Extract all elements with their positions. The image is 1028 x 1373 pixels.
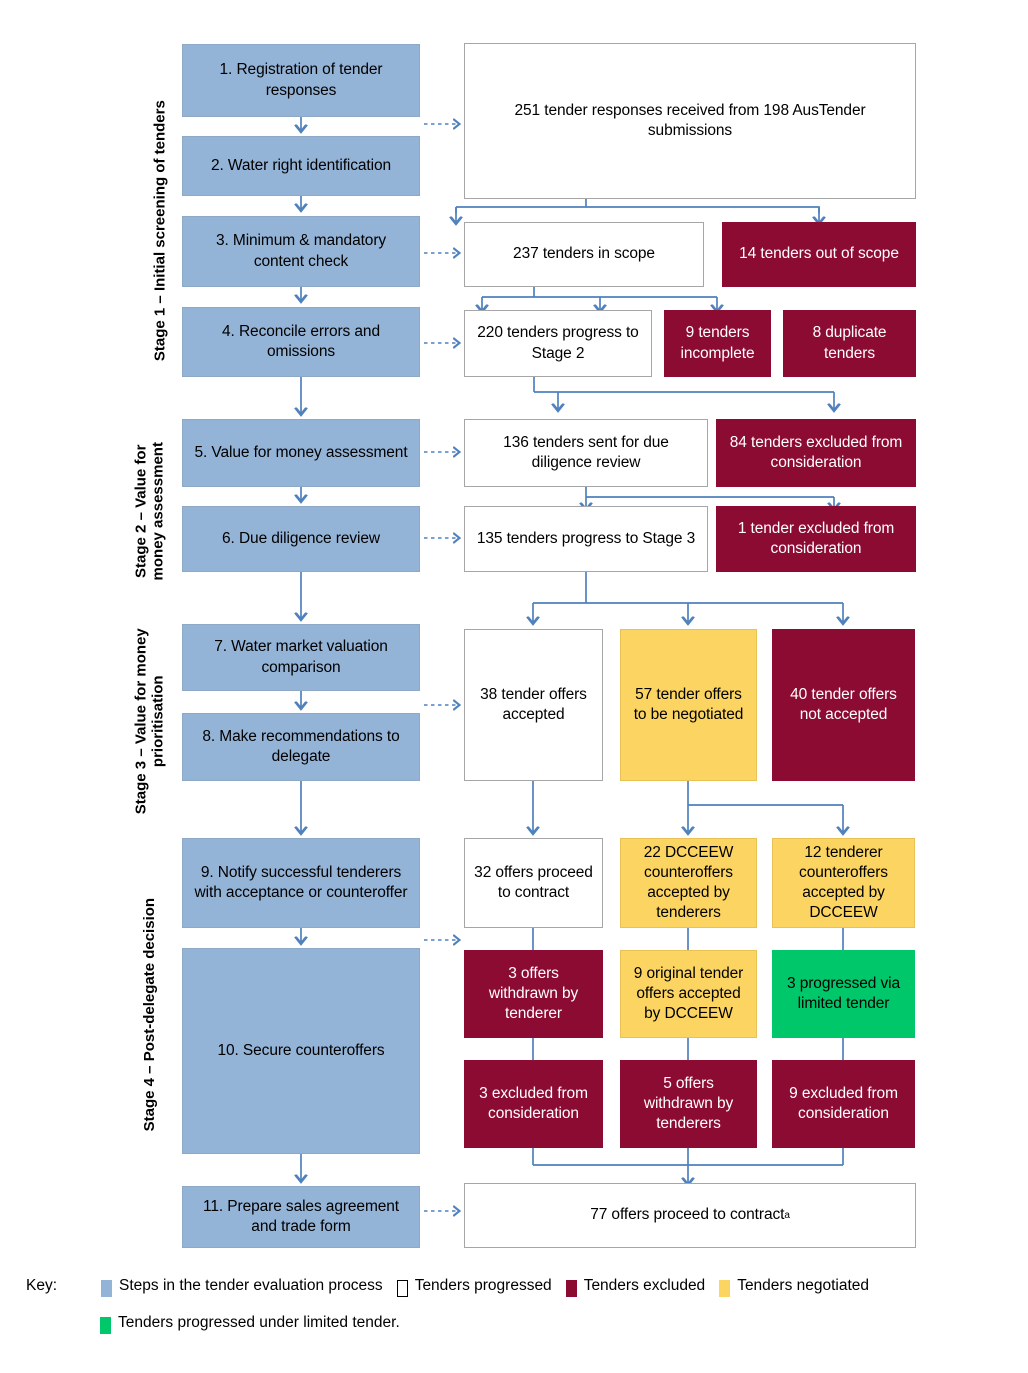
- outcome-box-251-responses[interactable]: 251 tender responses received from 198 A…: [464, 43, 916, 199]
- key-label-limited-tender: Tenders progressed under limited tender.: [118, 1314, 400, 1331]
- key-label-progressed: Tenders progressed: [414, 1277, 552, 1294]
- step-box-1[interactable]: 1. Registration of tender responses: [182, 44, 420, 117]
- outcome-box-32-proceed[interactable]: 32 offers proceed to contract: [464, 838, 603, 928]
- step-box-7[interactable]: 7. Water market valuation comparison: [182, 624, 420, 691]
- key-label-step: Steps in the tender evaluation process: [119, 1277, 383, 1294]
- step-box-6[interactable]: 6. Due diligence review: [182, 506, 420, 572]
- outcome-box-8-duplicate[interactable]: 8 duplicate tenders: [783, 310, 916, 377]
- outcome-box-40-not-accepted[interactable]: 40 tender offers not accepted: [772, 629, 915, 781]
- key-swatch-progressed: [396, 1279, 408, 1297]
- outcome-box-9-original-accepted[interactable]: 9 original tender offers accepted by DCC…: [620, 950, 757, 1038]
- footnote-marker-a: a: [784, 1210, 790, 1221]
- outcome-box-22-dcceew-counteroffers[interactable]: 22 DCCEEW counteroffers accepted by tend…: [620, 838, 757, 928]
- key-swatch-excluded: [565, 1279, 577, 1297]
- outcome-box-3-limited-tender[interactable]: 3 progressed via limited tender: [772, 950, 915, 1038]
- outcome-box-135-to-stage3[interactable]: 135 tenders progress to Stage 3: [464, 506, 708, 572]
- final-outcome-label: 77 offers proceed to contract: [590, 1206, 785, 1224]
- outcome-box-9-excluded[interactable]: 9 excluded from consideration: [772, 1060, 915, 1148]
- step-box-3[interactable]: 3. Minimum & mandatory content check: [182, 216, 420, 287]
- outcome-box-1-excluded[interactable]: 1 tender excluded from consideration: [716, 506, 916, 572]
- step-box-8[interactable]: 8. Make recommendations to delegate: [182, 713, 420, 781]
- outcome-box-220-to-stage2[interactable]: 220 tenders progress to Stage 2: [464, 310, 652, 377]
- key-row-2: Tenders progressed under limited tender.: [100, 1314, 1016, 1334]
- key-swatch-negotiated: [719, 1279, 731, 1297]
- outcome-box-57-negotiated[interactable]: 57 tender offers to be negotiated: [620, 629, 757, 781]
- stage-label-stage4: Stage 4 – Post-delegate decision: [140, 897, 158, 1132]
- key-row-1: Key: Steps in the tender evaluation proc…: [26, 1277, 1016, 1297]
- step-box-11[interactable]: 11. Prepare sales agreement and trade fo…: [182, 1186, 420, 1248]
- key-legend: Key: Steps in the tender evaluation proc…: [26, 1277, 1016, 1334]
- outcome-box-5-withdrawn[interactable]: 5 offers withdrawn by tenderers: [620, 1060, 757, 1148]
- flowchart-canvas: Stage 1 – Initial screening of tenders S…: [0, 0, 1028, 1373]
- key-label-negotiated: Tenders negotiated: [737, 1277, 870, 1294]
- outcome-box-84-excluded[interactable]: 84 tenders excluded from consideration: [716, 419, 916, 487]
- outcome-box-3-excluded[interactable]: 3 excluded from consideration: [464, 1060, 603, 1148]
- step-box-9[interactable]: 9. Notify successful tenderers with acce…: [182, 838, 420, 928]
- key-swatch-limited-tender: [100, 1316, 111, 1334]
- outcome-box-3-withdrawn[interactable]: 3 offers withdrawn by tenderer: [464, 950, 603, 1038]
- outcome-box-12-tenderer-counteroffers[interactable]: 12 tenderer counteroffers accepted by DC…: [772, 838, 915, 928]
- outcome-box-237-in-scope[interactable]: 237 tenders in scope: [464, 222, 704, 287]
- step-box-2[interactable]: 2. Water right identification: [182, 136, 420, 196]
- outcome-box-77-proceed-to-contract[interactable]: 77 offers proceed to contract a: [464, 1183, 916, 1248]
- outcome-box-9-incomplete[interactable]: 9 tenders incomplete: [664, 310, 771, 377]
- key-label-excluded: Tenders excluded: [583, 1277, 706, 1294]
- outcome-box-136-due-diligence[interactable]: 136 tenders sent for due diligence revie…: [464, 419, 708, 487]
- outcome-box-14-out-of-scope[interactable]: 14 tenders out of scope: [722, 222, 916, 287]
- stage-label-stage2: Stage 2 – Value for money assessment: [132, 442, 167, 581]
- stage-label-stage1: Stage 1 – Initial screening of tenders: [151, 100, 169, 362]
- step-box-4[interactable]: 4. Reconcile errors and omissions: [182, 307, 420, 377]
- key-swatch-step: [101, 1279, 113, 1297]
- step-box-10[interactable]: 10. Secure counteroffers: [182, 948, 420, 1154]
- key-title: Key:: [26, 1277, 58, 1294]
- outcome-box-38-accepted[interactable]: 38 tender offers accepted: [464, 629, 603, 781]
- step-box-5[interactable]: 5. Value for money assessment: [182, 419, 420, 487]
- stage-label-stage3: Stage 3 – Value for money prioritisation: [132, 628, 167, 815]
